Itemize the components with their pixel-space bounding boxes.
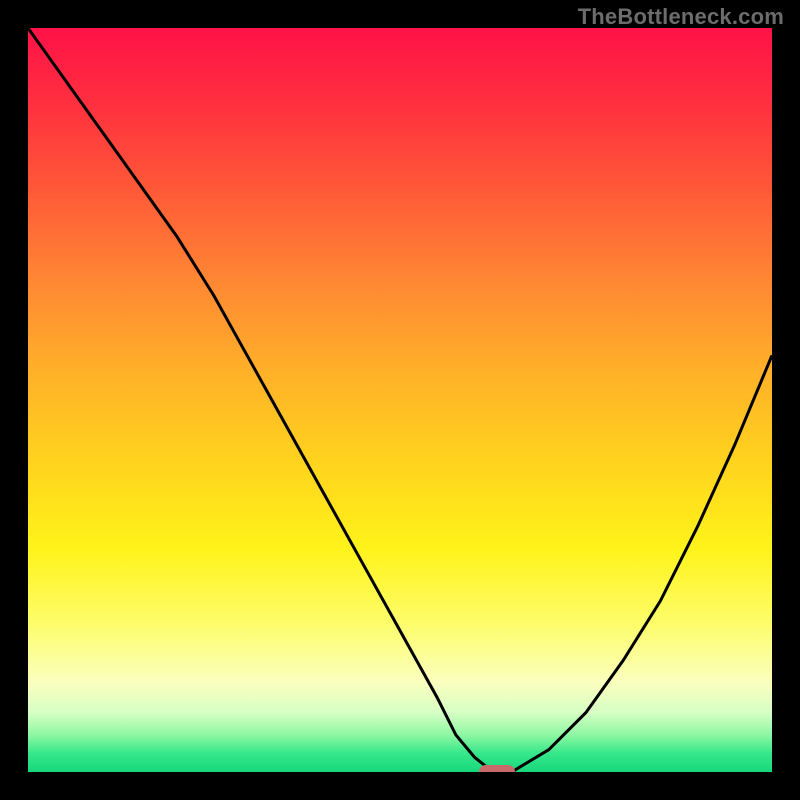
chart-canvas [28, 28, 772, 772]
chart-frame: TheBottleneck.com [0, 0, 800, 800]
gradient-background [28, 28, 772, 772]
optimal-marker [479, 765, 515, 772]
plot-area [28, 28, 772, 772]
watermark-text: TheBottleneck.com [578, 4, 784, 30]
